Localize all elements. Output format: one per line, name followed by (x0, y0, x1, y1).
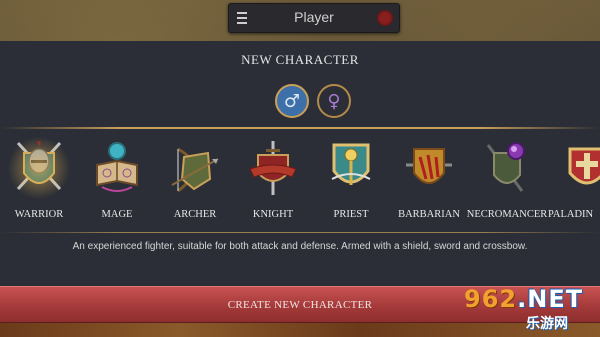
knight-sword-shield-icon (248, 139, 298, 197)
male-symbol-icon: ♂ (283, 90, 301, 112)
divider (0, 232, 600, 233)
class-archer[interactable]: ARCHER (156, 133, 234, 228)
new-character-panel: NEW CHARACTER ♂ ♀ WARRIOR MAGE ARCHER KN… (0, 41, 600, 323)
necromancer-orb-icon (482, 139, 532, 197)
panel-title: NEW CHARACTER (241, 52, 359, 67)
mage-spellbook-icon (92, 139, 142, 197)
player-header: Player (228, 3, 400, 33)
warrior-helmet-shield-icon (6, 133, 72, 203)
class-knight[interactable]: KNIGHT (234, 133, 312, 228)
class-label: NECROMANCER (466, 209, 548, 220)
class-warrior[interactable]: WARRIOR (0, 133, 78, 228)
top-bar: Player (0, 0, 600, 34)
archer-bow-icon (170, 139, 220, 197)
watermark-logo-text: 962.NET (464, 285, 583, 313)
barbarian-claw-shield-icon (404, 139, 454, 197)
paladin-crest-icon (562, 139, 600, 197)
divider (0, 127, 600, 129)
watermark-subtitle: 乐游网 (526, 316, 568, 332)
female-symbol-icon: ♀ (327, 90, 341, 112)
watermark-number: 962 (464, 285, 518, 313)
class-necromancer[interactable]: NECROMANCER (467, 133, 547, 228)
create-character-label: CREATE NEW CHARACTER (227, 298, 373, 311)
class-priest[interactable]: PRIEST (312, 133, 390, 228)
priest-staff-shield-icon (326, 139, 376, 197)
player-title: Player (294, 9, 334, 25)
close-icon[interactable] (377, 10, 393, 26)
gender-female-button[interactable]: ♀ (317, 84, 351, 118)
class-paladin[interactable]: PALADIN (548, 133, 600, 228)
class-description: An experienced fighter, suitable for bot… (72, 241, 528, 252)
watermark: 962.NET 乐游网 (460, 283, 598, 335)
class-carousel[interactable]: WARRIOR MAGE ARCHER KNIGHT PRIEST BARBAR… (0, 133, 600, 228)
class-mage[interactable]: MAGE (78, 133, 156, 228)
class-barbarian[interactable]: BARBARIAN (390, 133, 468, 228)
watermark-suffix: .NET (517, 285, 584, 313)
gender-male-button[interactable]: ♂ (275, 84, 309, 118)
class-label: PALADIN (548, 209, 594, 220)
